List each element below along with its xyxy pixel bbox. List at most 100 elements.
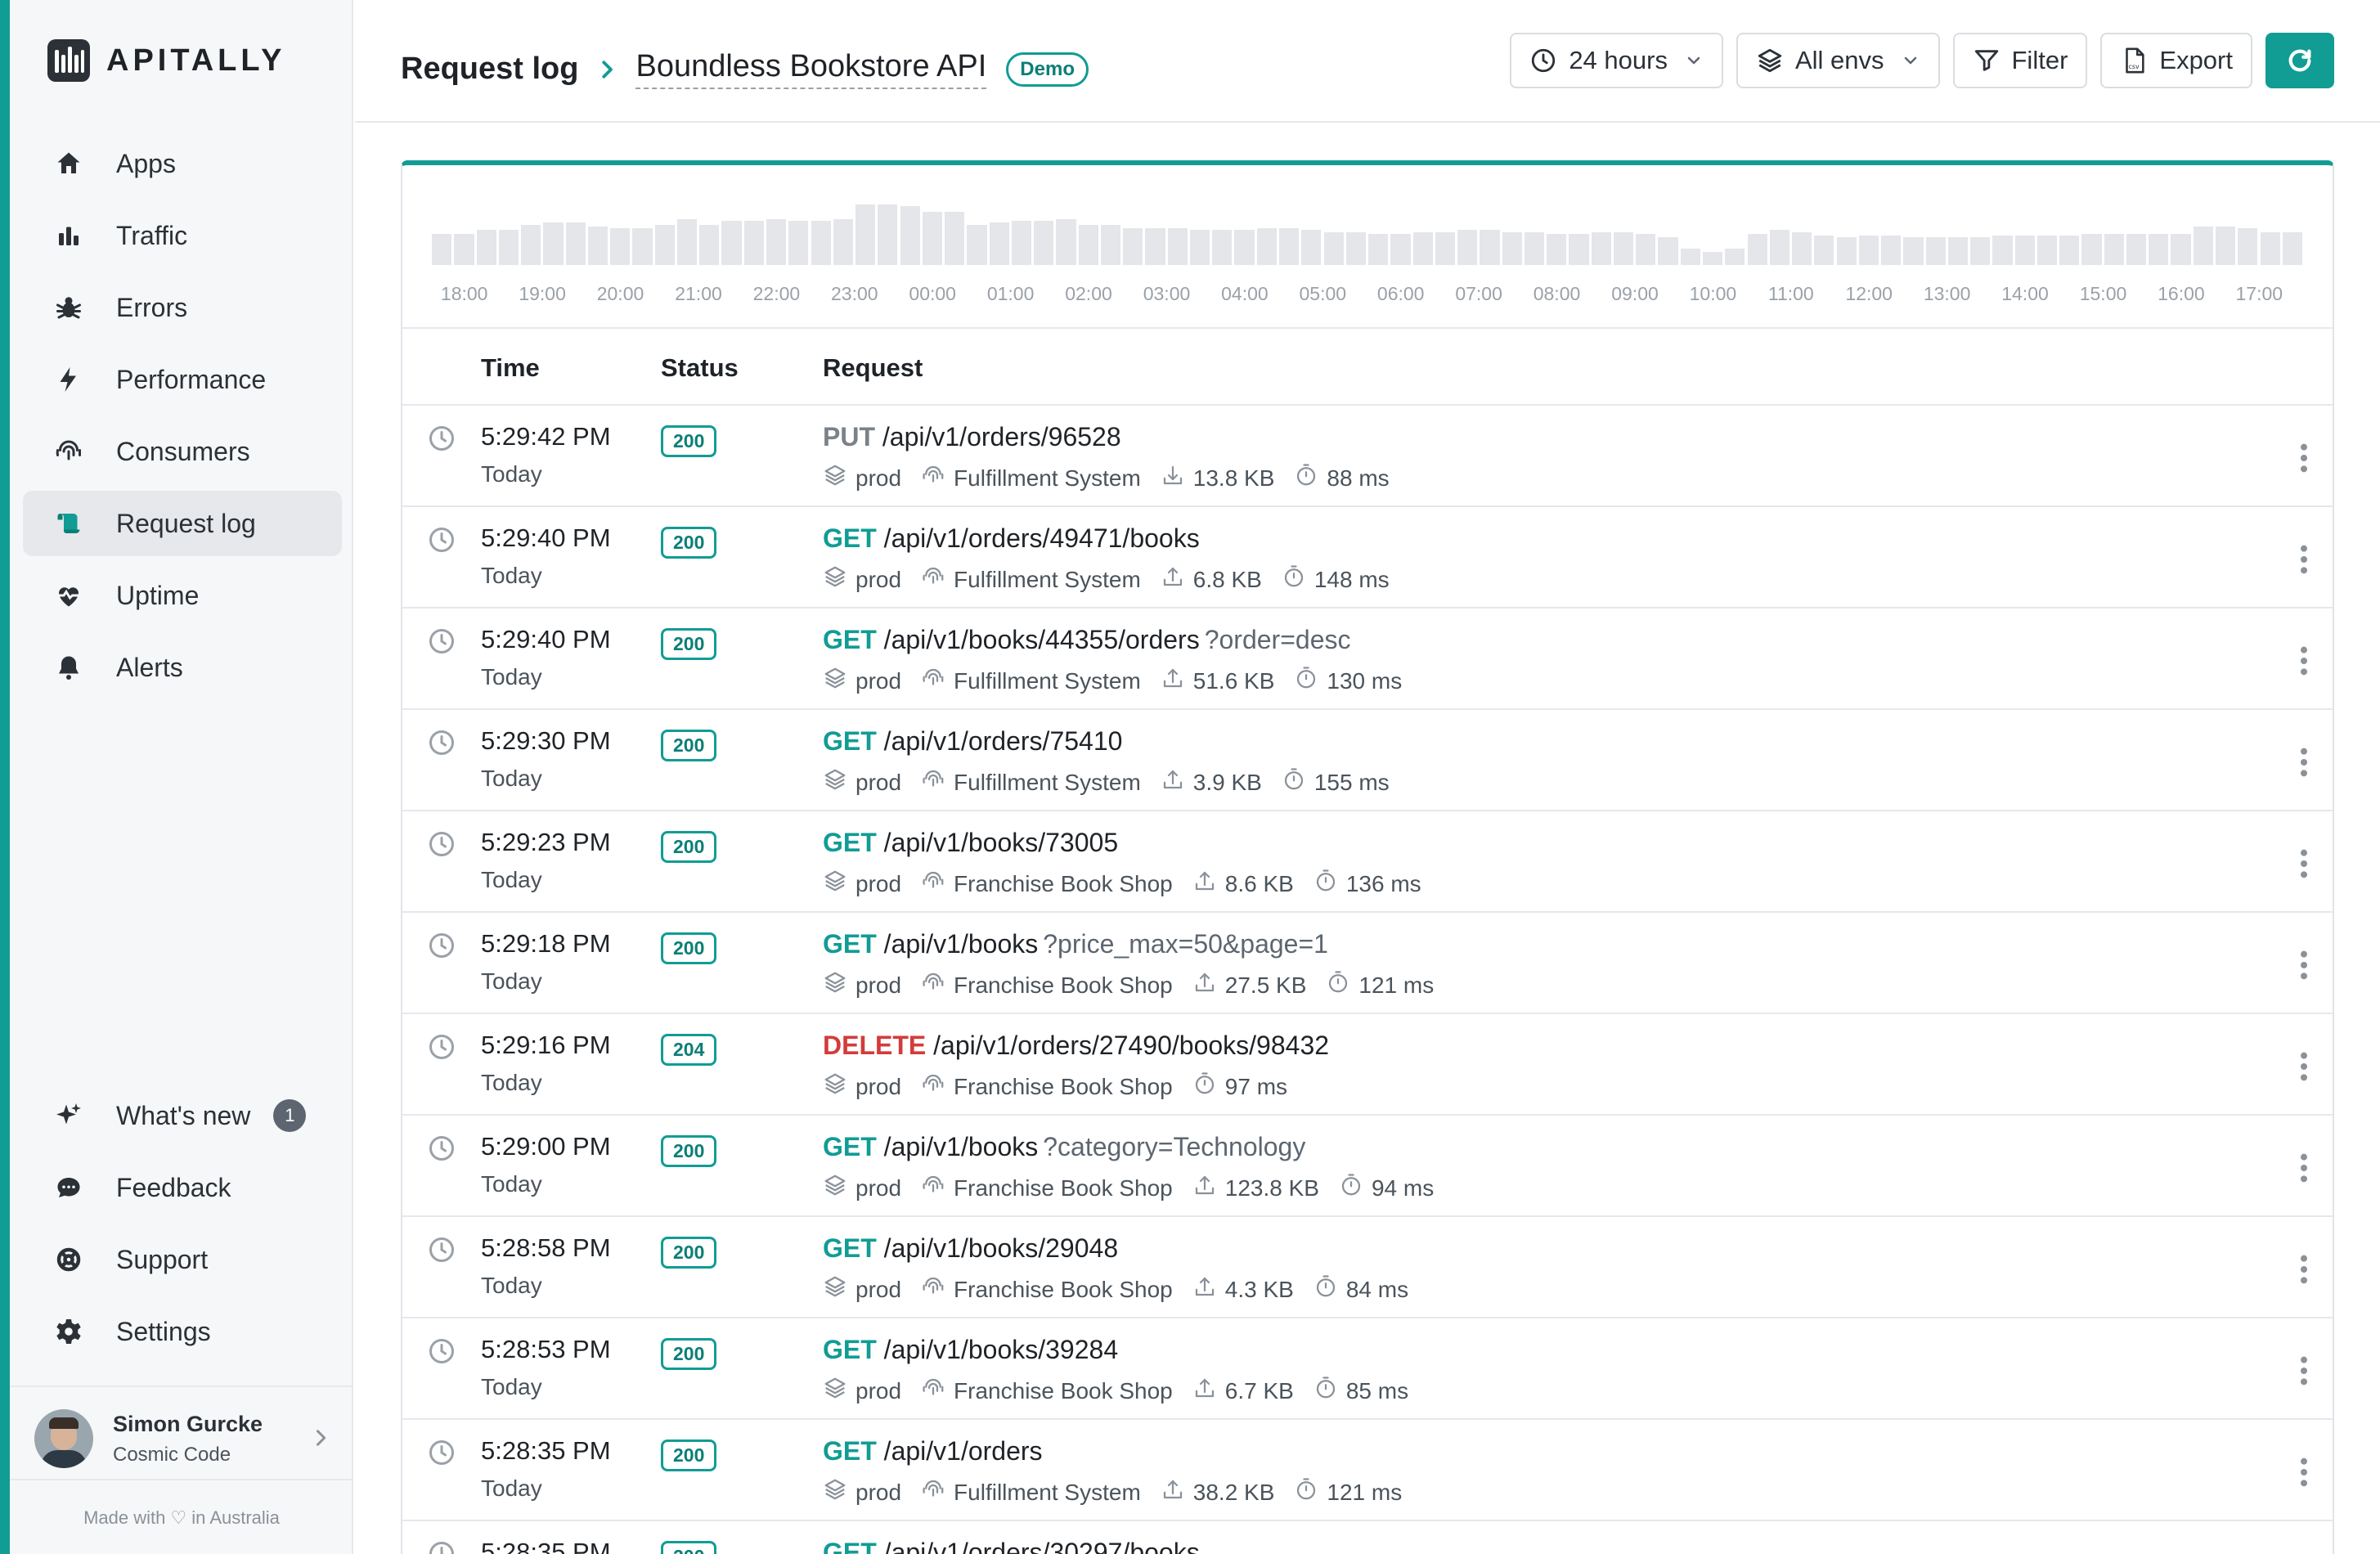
histogram-bar[interactable] — [1858, 236, 1879, 265]
histogram-bar[interactable] — [2036, 236, 2058, 265]
histogram-bar[interactable] — [587, 226, 608, 265]
histogram-bar[interactable] — [1078, 224, 1098, 265]
histogram-bar[interactable] — [833, 218, 853, 265]
histogram-bar[interactable] — [543, 222, 564, 265]
histogram-bar[interactable] — [945, 212, 965, 265]
histogram-bar[interactable] — [1212, 230, 1233, 265]
histogram-bar[interactable] — [1412, 231, 1433, 265]
histogram-bar[interactable] — [1613, 231, 1634, 265]
histogram-bar[interactable] — [1680, 248, 1700, 265]
more-options-icon[interactable] — [2300, 543, 2308, 576]
histogram-bar[interactable] — [654, 224, 675, 265]
sidebar-item-errors[interactable]: Errors — [23, 275, 342, 340]
histogram-bar[interactable] — [1524, 231, 1545, 265]
histogram-bar[interactable] — [1881, 236, 1902, 265]
histogram-bar[interactable] — [1480, 230, 1500, 265]
more-options-icon[interactable] — [2300, 645, 2308, 677]
app-selector[interactable]: Boundless Bookstore API — [635, 49, 987, 89]
histogram-bar[interactable] — [1747, 233, 1767, 265]
histogram-bar[interactable] — [2193, 226, 2213, 265]
more-options-icon[interactable] — [2300, 949, 2308, 981]
histogram-bar[interactable] — [1947, 237, 1969, 265]
histogram-bar[interactable] — [1792, 231, 1812, 265]
user-menu[interactable]: Simon Gurcke Cosmic Code — [34, 1402, 345, 1475]
histogram-bar[interactable] — [498, 230, 519, 265]
histogram-bar[interactable] — [1569, 233, 1589, 265]
histogram-bar[interactable] — [766, 218, 787, 265]
more-options-icon[interactable] — [2300, 442, 2308, 474]
histogram-bar[interactable] — [1345, 231, 1366, 265]
histogram-bar[interactable] — [2014, 236, 2035, 265]
table-row[interactable]: 5:29:30 PM Today 200 GET /api/v1/orders/754… — [402, 710, 2333, 811]
more-options-icon[interactable] — [2300, 1253, 2308, 1286]
histogram-bar[interactable] — [1502, 231, 1522, 265]
more-options-icon[interactable] — [2300, 847, 2308, 880]
histogram-bar[interactable] — [676, 218, 698, 265]
histogram-bar[interactable] — [967, 224, 987, 265]
histogram-bar[interactable] — [1903, 237, 1924, 265]
histogram-bar[interactable] — [788, 221, 809, 265]
histogram-bar[interactable] — [1256, 228, 1277, 265]
histogram-bar[interactable] — [1301, 230, 1322, 265]
histogram-bar[interactable] — [1323, 231, 1344, 265]
sidebar-item-traffic[interactable]: Traffic — [23, 203, 342, 268]
histogram-bar[interactable] — [900, 206, 920, 265]
histogram-bar[interactable] — [1435, 231, 1456, 265]
more-options-icon[interactable] — [2300, 1050, 2308, 1083]
histogram-bar[interactable] — [1368, 233, 1389, 265]
table-row[interactable]: 5:29:18 PM Today 200 GET /api/v1/books ?pric… — [402, 913, 2333, 1014]
table-row[interactable]: 5:29:16 PM Today 204 DELETE /api/v1/orders/… — [402, 1014, 2333, 1116]
sidebar-item-apps[interactable]: Apps — [23, 131, 342, 196]
histogram-bar[interactable] — [855, 204, 876, 265]
sidebar-item-uptime[interactable]: Uptime — [23, 563, 342, 628]
histogram-bar[interactable] — [2282, 231, 2302, 265]
sidebar-item-what-s-new[interactable]: What's new 1 — [23, 1083, 342, 1148]
histogram-bar[interactable] — [610, 228, 631, 265]
filter-button[interactable]: Filter — [1952, 33, 2088, 88]
histogram-bar[interactable] — [1279, 228, 1300, 265]
histogram-bar[interactable] — [878, 204, 898, 265]
table-row[interactable]: 5:29:40 PM Today 200 GET /api/v1/orders/494… — [402, 507, 2333, 609]
histogram-bar[interactable] — [2059, 236, 2080, 265]
table-row[interactable]: 5:28:58 PM Today 200 GET /api/v1/books/2904… — [402, 1217, 2333, 1318]
histogram-bar[interactable] — [1056, 218, 1076, 265]
histogram-bar[interactable] — [1970, 237, 1991, 265]
histogram-bar[interactable] — [1547, 233, 1567, 265]
export-button[interactable]: csv Export — [2100, 33, 2252, 88]
histogram-bar[interactable] — [1992, 236, 2013, 265]
sidebar-item-support[interactable]: Support — [23, 1227, 342, 1292]
more-options-icon[interactable] — [2300, 1152, 2308, 1184]
more-options-icon[interactable] — [2300, 1456, 2308, 1489]
table-row[interactable]: 5:29:23 PM Today 200 GET /api/v1/books/7300… — [402, 811, 2333, 913]
histogram-bar[interactable] — [743, 221, 764, 265]
histogram-bar[interactable] — [1167, 228, 1188, 265]
period-select[interactable]: 24 hours — [1510, 33, 1723, 88]
histogram-bar[interactable] — [2238, 228, 2258, 265]
histogram-bar[interactable] — [1814, 236, 1834, 265]
histogram-bar[interactable] — [989, 222, 1009, 265]
histogram-bar[interactable] — [1100, 224, 1121, 265]
logo[interactable]: APITALLY — [47, 39, 285, 82]
histogram-bar[interactable] — [454, 233, 474, 265]
histogram-bar[interactable] — [1725, 248, 1745, 265]
histogram-bar[interactable] — [432, 233, 452, 265]
sidebar-item-request-log[interactable]: Request log — [23, 491, 342, 556]
histogram-bar[interactable] — [2149, 233, 2169, 265]
histogram-bar[interactable] — [1925, 237, 1946, 265]
histogram-bar[interactable] — [1034, 221, 1054, 265]
histogram-bar[interactable] — [1123, 228, 1143, 265]
sidebar-item-consumers[interactable]: Consumers — [23, 419, 342, 484]
histogram-bar[interactable] — [1769, 230, 1789, 265]
table-row[interactable]: 5:28:35 PMToday200GET /api/v1/orders/302… — [402, 1521, 2333, 1554]
histogram-bar[interactable] — [2216, 226, 2236, 265]
table-row[interactable]: 5:28:35 PM Today 200 GET /api/v1/orders prod… — [402, 1420, 2333, 1521]
refresh-button[interactable] — [2265, 33, 2334, 88]
sidebar-item-settings[interactable]: Settings — [23, 1299, 342, 1364]
histogram-bar[interactable] — [2171, 233, 2191, 265]
histogram-bar[interactable] — [1591, 231, 1611, 265]
env-select[interactable]: All envs — [1736, 33, 1940, 88]
request-histogram[interactable] — [432, 204, 2305, 265]
histogram-bar[interactable] — [1234, 230, 1255, 265]
table-row[interactable]: 5:29:42 PM Today 200 PUT /api/v1/orders/965… — [402, 406, 2333, 507]
table-row[interactable]: 5:29:00 PM Today 200 GET /api/v1/books ?cate… — [402, 1116, 2333, 1217]
